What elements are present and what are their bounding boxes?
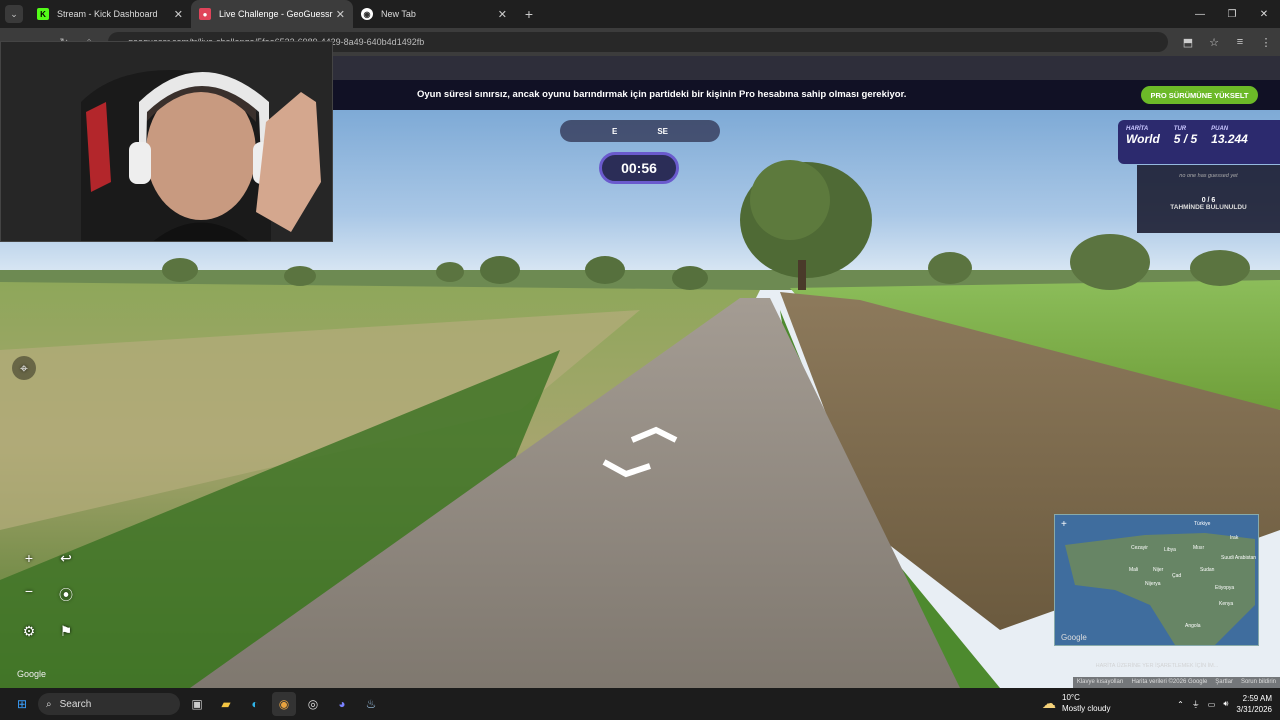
map-stat: HARİTA World (1126, 126, 1160, 158)
map-label-mali: Mali (1129, 567, 1139, 573)
google-logo: Google (17, 669, 47, 679)
map-label-sudan: Sudan (1200, 567, 1215, 573)
report-problem-link[interactable]: Sorun bildirin (1241, 679, 1276, 686)
map-label-nijerya: Nijerya (1145, 581, 1161, 587)
discord-icon[interactable]: ◕ (330, 692, 354, 716)
undo-move-icon[interactable]: ↩ (54, 546, 78, 570)
upgrade-pro-button[interactable]: PRO SÜRÜMÜNE YÜKSELT (1141, 86, 1258, 104)
compass-heading-se: SE (657, 126, 668, 136)
map-label-nijer: Nijer (1153, 567, 1164, 573)
window-controls: — ❐ ✕ (1184, 0, 1280, 28)
terms-link[interactable]: Şartlar (1215, 679, 1233, 686)
round-stat: TUR 5 / 5 (1174, 126, 1197, 158)
extensions-icon[interactable]: ≡ (1232, 32, 1248, 52)
tab-new-tab[interactable]: ◉ New Tab ✕ (353, 0, 515, 28)
keyboard-shortcuts-link[interactable]: Klavye kısayolları (1077, 679, 1124, 686)
browser-tab-bar: ⌄ K Stream - Kick Dashboard ✕ ● Live Cha… (0, 0, 1280, 28)
menu-kebab-icon[interactable]: ⋮ (1258, 32, 1274, 52)
chrome-icon: ◉ (361, 8, 373, 20)
minimap-land (1065, 533, 1255, 645)
system-tray: ⌃ ⏚ ▭ 🔊︎ 2:59 AM 3/31/2026 (1177, 688, 1272, 720)
taskbar-search[interactable]: ⌕ Search (38, 693, 180, 715)
file-explorer-icon[interactable]: ▰ (214, 692, 238, 716)
map-attribution: Klavye kısayolları Harita verileri ©2026… (1072, 677, 1280, 688)
round-value: 5 / 5 (1173, 132, 1198, 146)
weather-desc: Mostly cloudy (1062, 704, 1111, 713)
weather-temp: 10°C (1062, 693, 1080, 702)
search-label: Search (59, 698, 92, 710)
zoom-out-icon[interactable]: − (17, 579, 41, 603)
install-app-icon[interactable]: ⬒ (1180, 32, 1196, 52)
cloud-sun-icon: ☁ (1042, 694, 1056, 711)
map-label-kenya: Kenya (1219, 601, 1234, 607)
streamer-video (1, 42, 332, 241)
microphone-icon[interactable]: ⏚ (1192, 699, 1200, 710)
search-icon: ⌕ (46, 698, 52, 710)
tab-geoguessr[interactable]: ● Live Challenge - GeoGuessr ✕ (191, 0, 353, 28)
tab-label: Stream - Kick Dashboard (57, 9, 158, 19)
close-tab-icon[interactable]: ✕ (336, 8, 345, 21)
kick-icon: K (37, 8, 49, 20)
return-to-start-icon[interactable]: ⦿ (54, 583, 78, 607)
map-label-etiyopya: Etiyopya (1215, 585, 1235, 591)
map-label-misir: Mısır (1193, 545, 1205, 551)
tab-label: Live Challenge - GeoGuessr (219, 9, 333, 19)
flag-icon[interactable]: ⚑ (54, 619, 78, 643)
place-guess-button[interactable]: HARİTA ÜZERİNE YER İŞARETLEMEK İÇİN İM..… (1077, 660, 1237, 672)
guess-status-panel: no one has guessed yet 0 / 6 TAHMİNDE BU… (1137, 165, 1280, 233)
map-data-text: Harita verileri ©2026 Google (1131, 679, 1208, 685)
bookmark-star-icon[interactable]: ☆ (1206, 32, 1222, 52)
obs-icon[interactable]: ◎ (301, 692, 325, 716)
tab-kick-dashboard[interactable]: K Stream - Kick Dashboard ✕ (29, 0, 191, 28)
task-view-icon[interactable]: ▣ (185, 692, 209, 716)
guess-count: 0 / 6 (1201, 197, 1216, 204)
map-label-irak: Irak (1230, 535, 1239, 541)
clock-date: 3/31/2026 (1236, 705, 1272, 714)
map-label-turkiye: Türkiye (1194, 521, 1211, 527)
score-stat: PUAN 13.244 (1211, 126, 1248, 158)
game-status-panel: HARİTA World TUR 5 / 5 PUAN 13.244 (1118, 120, 1280, 164)
clock-time: 2:59 AM (1242, 694, 1272, 703)
weather-widget[interactable]: ☁ 10°C Mostly cloudy (1042, 692, 1110, 714)
guess-label: TAHMİNDE BULUNULDU (1170, 204, 1247, 211)
map-label-suudi-arabistan: Suudi Arabistan (1221, 555, 1257, 561)
map-label-libya: Libya (1164, 547, 1176, 553)
map-label-cezayir: Cezayir (1131, 545, 1148, 551)
settings-gear-icon[interactable]: ⚙ (17, 619, 41, 643)
compass-heading-e: E (611, 126, 618, 136)
no-guess-text: no one has guessed yet (1179, 173, 1238, 179)
banner-text: Oyun süresi sınırsız, ancak oyunu barınd… (417, 89, 907, 100)
round-timer: 00:56 (599, 152, 679, 184)
chevron-up-icon[interactable]: ⌃ (1177, 700, 1184, 709)
tab-label: New Tab (381, 9, 416, 19)
close-window-icon[interactable]: ✕ (1248, 0, 1280, 28)
minimize-icon[interactable]: — (1184, 0, 1216, 28)
close-tab-icon[interactable]: ✕ (498, 8, 507, 21)
compass-bar: E SE (560, 120, 720, 142)
windows-start-icon[interactable]: ⊞ (10, 692, 34, 716)
clock[interactable]: 2:59 AM 3/31/2026 (1236, 693, 1272, 715)
edge-icon[interactable]: ◐ (243, 692, 267, 716)
zoom-in-icon[interactable]: + (17, 546, 41, 570)
tab-search-button[interactable]: ⌄ (5, 5, 23, 23)
map-label-angola: Angola (1185, 623, 1201, 629)
network-icon[interactable]: ▭ (1208, 700, 1216, 709)
score-value: 13.244 (1211, 132, 1248, 146)
maximize-icon[interactable]: ❐ (1216, 0, 1248, 28)
minimap-google-logo: Google (1061, 633, 1087, 642)
close-tab-icon[interactable]: ✕ (174, 8, 183, 21)
map-value: World (1126, 132, 1160, 146)
map-label-cad: Çad (1172, 573, 1182, 579)
guess-minimap[interactable]: + Türkiye Cezayir Libya Mısır Irak Suudi… (1054, 514, 1259, 646)
geoguessr-icon: ● (199, 8, 211, 20)
volume-icon[interactable]: 🔊︎ (1223, 699, 1228, 709)
windows-taskbar: ⊞ ⌕ Search ▣ ▰ ◐ ◉ ◎ ◕ ♨ ☁ 10°C Mostly c… (0, 688, 1280, 720)
new-tab-button[interactable]: + (519, 4, 539, 24)
report-location-icon[interactable]: ⌖ (12, 356, 36, 380)
webcam-overlay (0, 41, 333, 242)
chrome-taskbar-icon[interactable]: ◉ (272, 692, 296, 716)
steam-icon[interactable]: ♨ (359, 692, 383, 716)
